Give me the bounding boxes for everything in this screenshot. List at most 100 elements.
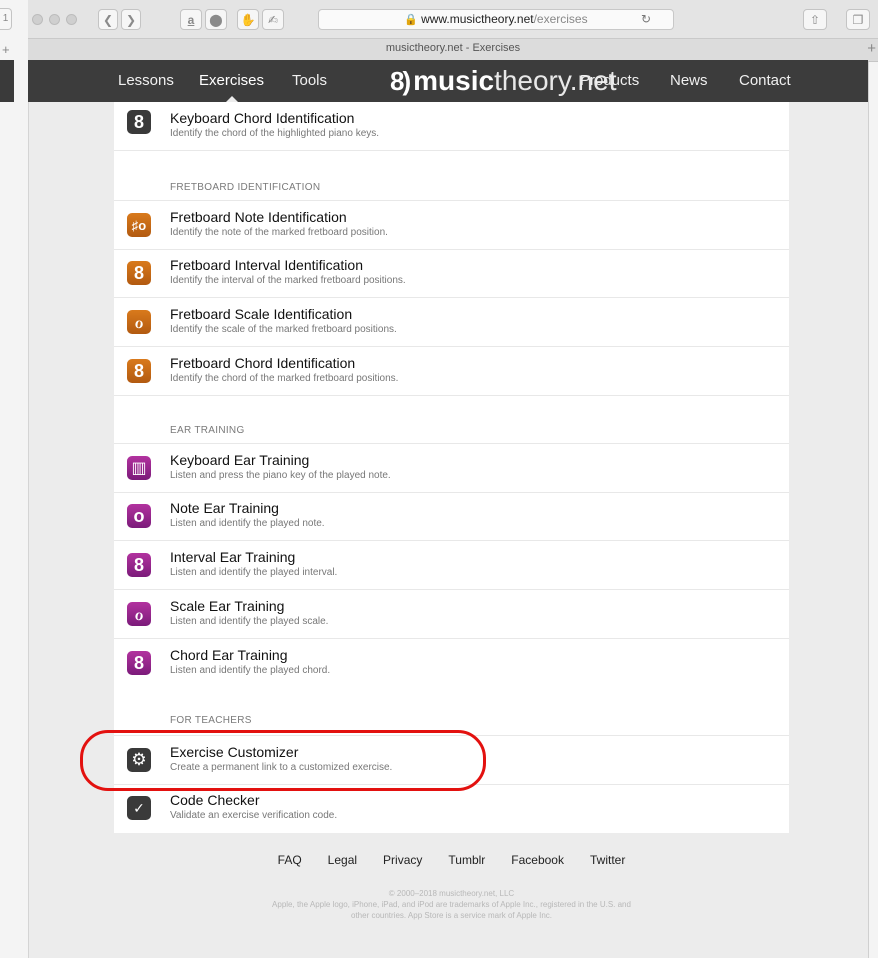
opera-extension-button[interactable]: ⬤ [205, 9, 227, 30]
list-item-keyboard-chord[interactable]: 8 Keyboard Chord Identification Identify… [114, 102, 789, 151]
item-desc: Validate an exercise verification code. [170, 810, 338, 821]
back-button[interactable]: ❮ [98, 9, 118, 30]
reload-icon[interactable]: ↻ [641, 10, 651, 29]
item-desc: Listen and identify the played chord. [170, 665, 331, 676]
chord-icon: 8 [127, 110, 151, 134]
chord-icon: 8 [127, 359, 151, 383]
interval-icon: 8 [127, 261, 151, 285]
exercise-list: 8 Keyboard Chord Identification Identify… [114, 102, 789, 833]
footer-link-tumblr[interactable]: Tumblr [448, 853, 485, 867]
scale-icon: ℴ [127, 310, 151, 334]
tab-bar: musictheory.net - Exercises + [28, 38, 878, 62]
item-title: Fretboard Interval Identification [170, 257, 363, 273]
list-item-fretboard-interval[interactable]: 8 Fretboard Interval Identification Iden… [114, 249, 789, 298]
nav-products[interactable]: Products [580, 60, 639, 102]
nav-tools[interactable]: Tools [292, 60, 327, 102]
item-desc: Identify the chord of the highlighted pi… [170, 128, 380, 139]
note-sharp-icon: ♯o [127, 213, 151, 237]
window-controls [32, 14, 77, 25]
signature-extension-button[interactable]: ✍ [262, 9, 284, 30]
footer-link-faq[interactable]: FAQ [278, 853, 302, 867]
item-title: Note Ear Training [170, 500, 279, 516]
item-title: Fretboard Note Identification [170, 209, 347, 225]
scale-icon: ℴ [127, 602, 151, 626]
footer-link-privacy[interactable]: Privacy [383, 853, 422, 867]
previous-window-edge: 1 + [0, 0, 29, 958]
close-window-button[interactable] [32, 14, 43, 25]
share-button[interactable]: ⇧ [803, 9, 827, 30]
list-item-chord-ear[interactable]: 8 Chord Ear Training Listen and identify… [114, 639, 789, 687]
amazon-extension-button[interactable]: a [180, 9, 202, 30]
item-desc: Identify the scale of the marked fretboa… [170, 324, 397, 335]
previous-window-button[interactable]: 1 [0, 8, 12, 30]
legal-text: © 2000–2018 musictheory.net, LLC Apple, … [264, 888, 639, 921]
copyright: © 2000–2018 musictheory.net, LLC [388, 889, 515, 898]
item-desc: Listen and identify the played note. [170, 518, 325, 529]
list-item-interval-ear[interactable]: 8 Interval Ear Training Listen and ident… [114, 541, 789, 590]
new-tab-icon[interactable]: + [867, 40, 876, 57]
browser-toolbar: ❮ ❯ a ⬤ ✋ ✍ 🔒 www.musictheory.net/exercis… [28, 0, 878, 42]
url-path: /exercises [533, 12, 588, 26]
window-scroll-edge [868, 60, 878, 958]
list-item-keyboard-ear[interactable]: ▥ Keyboard Ear Training Listen and press… [114, 443, 789, 493]
item-title: Fretboard Chord Identification [170, 355, 356, 371]
section-heading-ear-training: EAR TRAINING [170, 425, 245, 436]
zoom-window-button[interactable] [66, 14, 77, 25]
back-arrow-icon: ❮ [102, 12, 114, 27]
section-heading-fretboard: FRETBOARD IDENTIFICATION [170, 182, 321, 193]
tabs-icon: ❐ [852, 12, 864, 27]
tab-title[interactable]: musictheory.net - Exercises [28, 42, 878, 54]
list-item-scale-ear[interactable]: ℴ Scale Ear Training Listen and identify… [114, 590, 789, 639]
previous-window-nav [0, 60, 14, 102]
item-title: Code Checker [170, 792, 260, 808]
previous-window-label: 1 [2, 13, 9, 24]
signature-icon: ✍ [267, 12, 279, 27]
item-desc: Listen and identify the played interval. [170, 567, 338, 578]
new-tab-plus-icon[interactable]: + [2, 42, 10, 57]
nav-exercises[interactable]: Exercises [199, 60, 264, 102]
checkmark-circle-icon: ✓ [127, 796, 151, 820]
chord-icon: 8 [127, 651, 151, 675]
hand-icon: ✋ [240, 12, 256, 27]
item-title: Keyboard Ear Training [170, 452, 310, 468]
show-tabs-button[interactable]: ❐ [846, 9, 870, 30]
trademark-notice: Apple, the Apple logo, iPhone, iPad, and… [272, 900, 631, 920]
url-domain: www.musictheory.net [421, 12, 534, 26]
item-desc: Listen and press the piano key of the pl… [170, 470, 391, 481]
lock-icon: 🔒 [404, 14, 419, 26]
address-bar[interactable]: 🔒 www.musictheory.net/exercises ↻ [318, 9, 674, 30]
piano-keys-icon: ▥ [127, 456, 151, 480]
highlight-annotation [80, 730, 486, 791]
item-title: Chord Ear Training [170, 647, 288, 663]
opera-icon: ⬤ [209, 12, 223, 27]
footer-link-legal[interactable]: Legal [328, 853, 357, 867]
item-title: Interval Ear Training [170, 549, 296, 565]
list-item-code-checker[interactable]: ✓ Code Checker Validate an exercise veri… [114, 784, 789, 832]
item-title: Keyboard Chord Identification [170, 110, 355, 126]
nav-news[interactable]: News [670, 60, 708, 102]
list-item-note-ear[interactable]: o Note Ear Training Listen and identify … [114, 492, 789, 541]
nav-contact[interactable]: Contact [739, 60, 791, 102]
list-item-fretboard-note[interactable]: ♯o Fretboard Note Identification Identif… [114, 200, 789, 250]
item-desc: Identify the note of the marked fretboar… [170, 227, 388, 238]
site-navbar: Lessons Exercises Tools 8) music theory.n… [28, 60, 868, 102]
footer-links: FAQ Legal Privacy Tumblr Facebook Twitter [114, 853, 789, 867]
forward-button[interactable]: ❯ [121, 9, 141, 30]
amazon-icon: a [187, 12, 195, 27]
item-desc: Listen and identify the played scale. [170, 616, 329, 627]
footer-link-facebook[interactable]: Facebook [511, 853, 564, 867]
item-title: Fretboard Scale Identification [170, 306, 353, 322]
item-desc: Identify the interval of the marked fret… [170, 275, 406, 286]
list-item-fretboard-scale[interactable]: ℴ Fretboard Scale Identification Identif… [114, 298, 789, 347]
logo-text-bold: music [413, 65, 495, 96]
logo-mark-icon: 8) [390, 65, 411, 96]
minimize-window-button[interactable] [49, 14, 60, 25]
hand-extension-button[interactable]: ✋ [237, 9, 259, 30]
interval-icon: 8 [127, 553, 151, 577]
note-ear-icon: o [127, 504, 151, 528]
section-heading-teachers: FOR TEACHERS [170, 715, 252, 726]
nav-lessons[interactable]: Lessons [118, 60, 174, 102]
footer-link-twitter[interactable]: Twitter [590, 853, 625, 867]
item-desc: Identify the chord of the marked fretboa… [170, 373, 399, 384]
list-item-fretboard-chord[interactable]: 8 Fretboard Chord Identification Identif… [114, 347, 789, 396]
